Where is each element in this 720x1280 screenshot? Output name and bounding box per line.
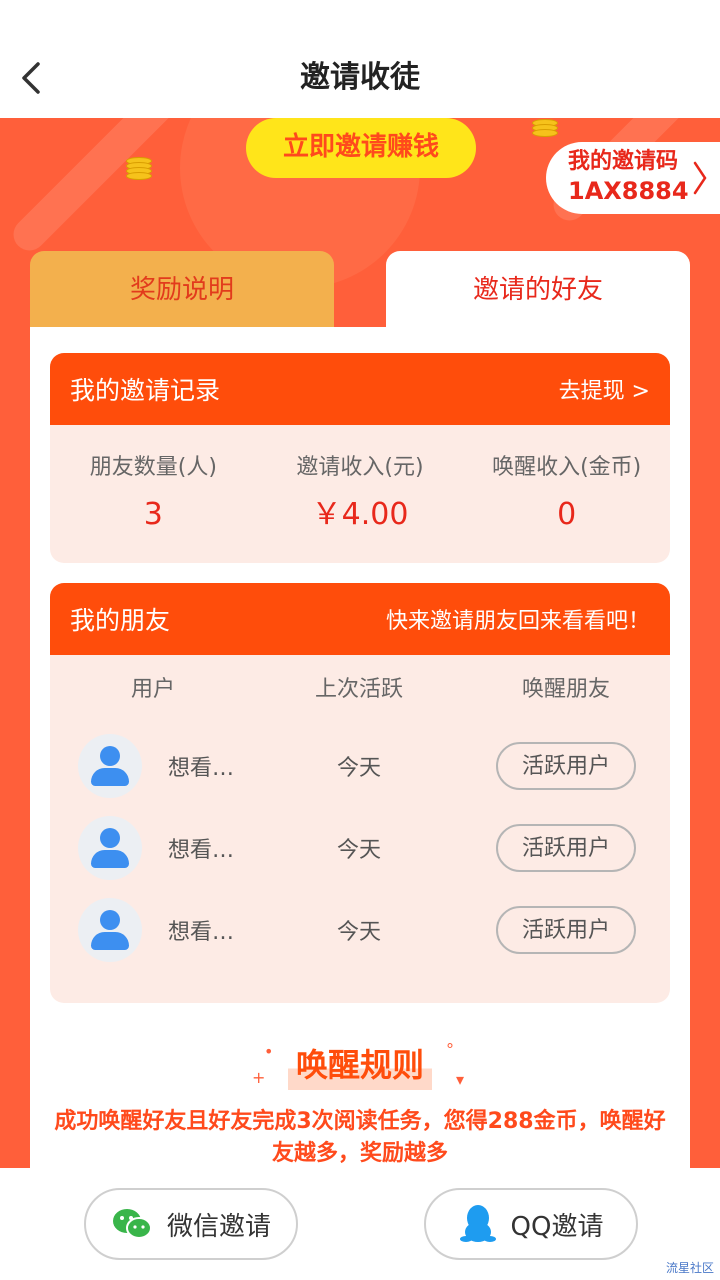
qq-invite-button[interactable]: QQ邀请: [424, 1188, 638, 1260]
withdraw-link[interactable]: 去提现 >: [559, 373, 650, 405]
my-friends-header: 我的朋友 快来邀请朋友回来看看吧！: [50, 583, 670, 655]
ring-decoration-icon: °: [446, 1040, 454, 1059]
banner-decoration-stripe: [6, 118, 186, 258]
tab-invited-friends[interactable]: 邀请的好友: [386, 251, 690, 329]
stat-label: 唤醒收入(金币): [492, 455, 642, 480]
active-user-button[interactable]: 活跃用户: [496, 824, 636, 872]
avatar-icon: [78, 816, 142, 880]
app-header: 邀请收徒: [0, 0, 720, 118]
column-header-wake: 唤醒朋友: [521, 677, 610, 702]
active-user-button[interactable]: 活跃用户: [496, 742, 636, 790]
friend-last-active: 今天: [336, 920, 381, 945]
stat-value: 3: [143, 497, 163, 532]
stat-label: 朋友数量(人): [89, 455, 217, 480]
invite-now-button[interactable]: 立即邀请赚钱: [246, 118, 476, 178]
friend-name: 想看…: [168, 838, 235, 863]
watermark-text: 流星社区: [665, 1261, 714, 1275]
friends-table-header: 用户 上次活跃 唤醒朋友: [50, 655, 670, 725]
wechat-invite-button[interactable]: 微信邀请: [84, 1188, 298, 1260]
friend-user: 想看…: [50, 898, 256, 962]
friend-last-active: 今天: [336, 838, 381, 863]
invite-stats: 朋友数量(人) 3 邀请收入(元) ￥4.00 唤醒收入(金币) 0: [50, 425, 670, 535]
stat-wake-income: 唤醒收入(金币) 0: [463, 451, 670, 535]
rules-heading: • + ° ▾ 唤醒规则: [250, 1042, 470, 1090]
triangle-decoration-icon: ▾: [456, 1070, 465, 1089]
table-row: 想看… 今天 活跃用户: [50, 807, 670, 889]
invite-code-card[interactable]: 我的邀请码 1AX8884: [546, 142, 720, 214]
invite-records-header: 我的邀请记录 去提现 >: [50, 353, 670, 425]
coin-stack-icon: [532, 119, 558, 137]
stat-value: ￥4.00: [311, 497, 409, 532]
stat-value: 0: [557, 497, 577, 532]
friend-name: 想看…: [168, 756, 235, 781]
table-row: 想看… 今天 活跃用户: [50, 725, 670, 807]
active-user-button[interactable]: 活跃用户: [496, 906, 636, 954]
page-title: 邀请收徒: [300, 60, 420, 95]
plus-decoration-icon: +: [252, 1068, 266, 1087]
stat-invite-income: 邀请收入(元) ￥4.00: [257, 451, 464, 535]
invite-records-card: 我的邀请记录 去提现 > 朋友数量(人) 3 邀请收入(元) ￥4.00 唤醒收…: [50, 353, 670, 563]
avatar-icon: [78, 734, 142, 798]
tab-reward-description[interactable]: 奖励说明: [30, 251, 334, 329]
friend-user: 想看…: [50, 734, 256, 798]
stat-label: 邀请收入(元): [296, 455, 424, 480]
friend-last-active: 今天: [336, 756, 381, 781]
table-row: 想看… 今天 活跃用户: [50, 889, 670, 971]
wechat-icon: [112, 1209, 152, 1239]
column-header-last-active: 上次活跃: [314, 677, 403, 702]
friend-user: 想看…: [50, 816, 256, 880]
invite-records-title: 我的邀请记录: [70, 376, 221, 405]
my-friends-title: 我的朋友: [70, 606, 171, 635]
avatar-icon: [78, 898, 142, 962]
rules-text: 成功唤醒好友且好友完成3次阅读任务，您得288金币，唤醒好友越多，奖励越多: [54, 1109, 666, 1166]
chevron-right-icon: [693, 161, 707, 195]
friend-name: 想看…: [168, 920, 235, 945]
qq-invite-label: QQ邀请: [510, 1211, 604, 1242]
qq-icon: [459, 1205, 496, 1242]
share-bar: 微信邀请 QQ邀请 流星社区: [0, 1168, 720, 1280]
rules-title: 唤醒规则: [288, 1042, 432, 1090]
column-header-user: 用户: [130, 677, 175, 702]
stat-friend-count: 朋友数量(人) 3: [50, 451, 257, 535]
coin-stack-icon: [126, 157, 152, 180]
wechat-invite-label: 微信邀请: [166, 1211, 271, 1242]
sparkle-decoration-icon: •: [264, 1042, 274, 1061]
my-friends-card: 我的朋友 快来邀请朋友回来看看吧！ 用户 上次活跃 唤醒朋友 想看… 今天 活跃…: [50, 583, 670, 1003]
my-friends-tip: 快来邀请朋友回来看看吧！: [385, 609, 650, 634]
